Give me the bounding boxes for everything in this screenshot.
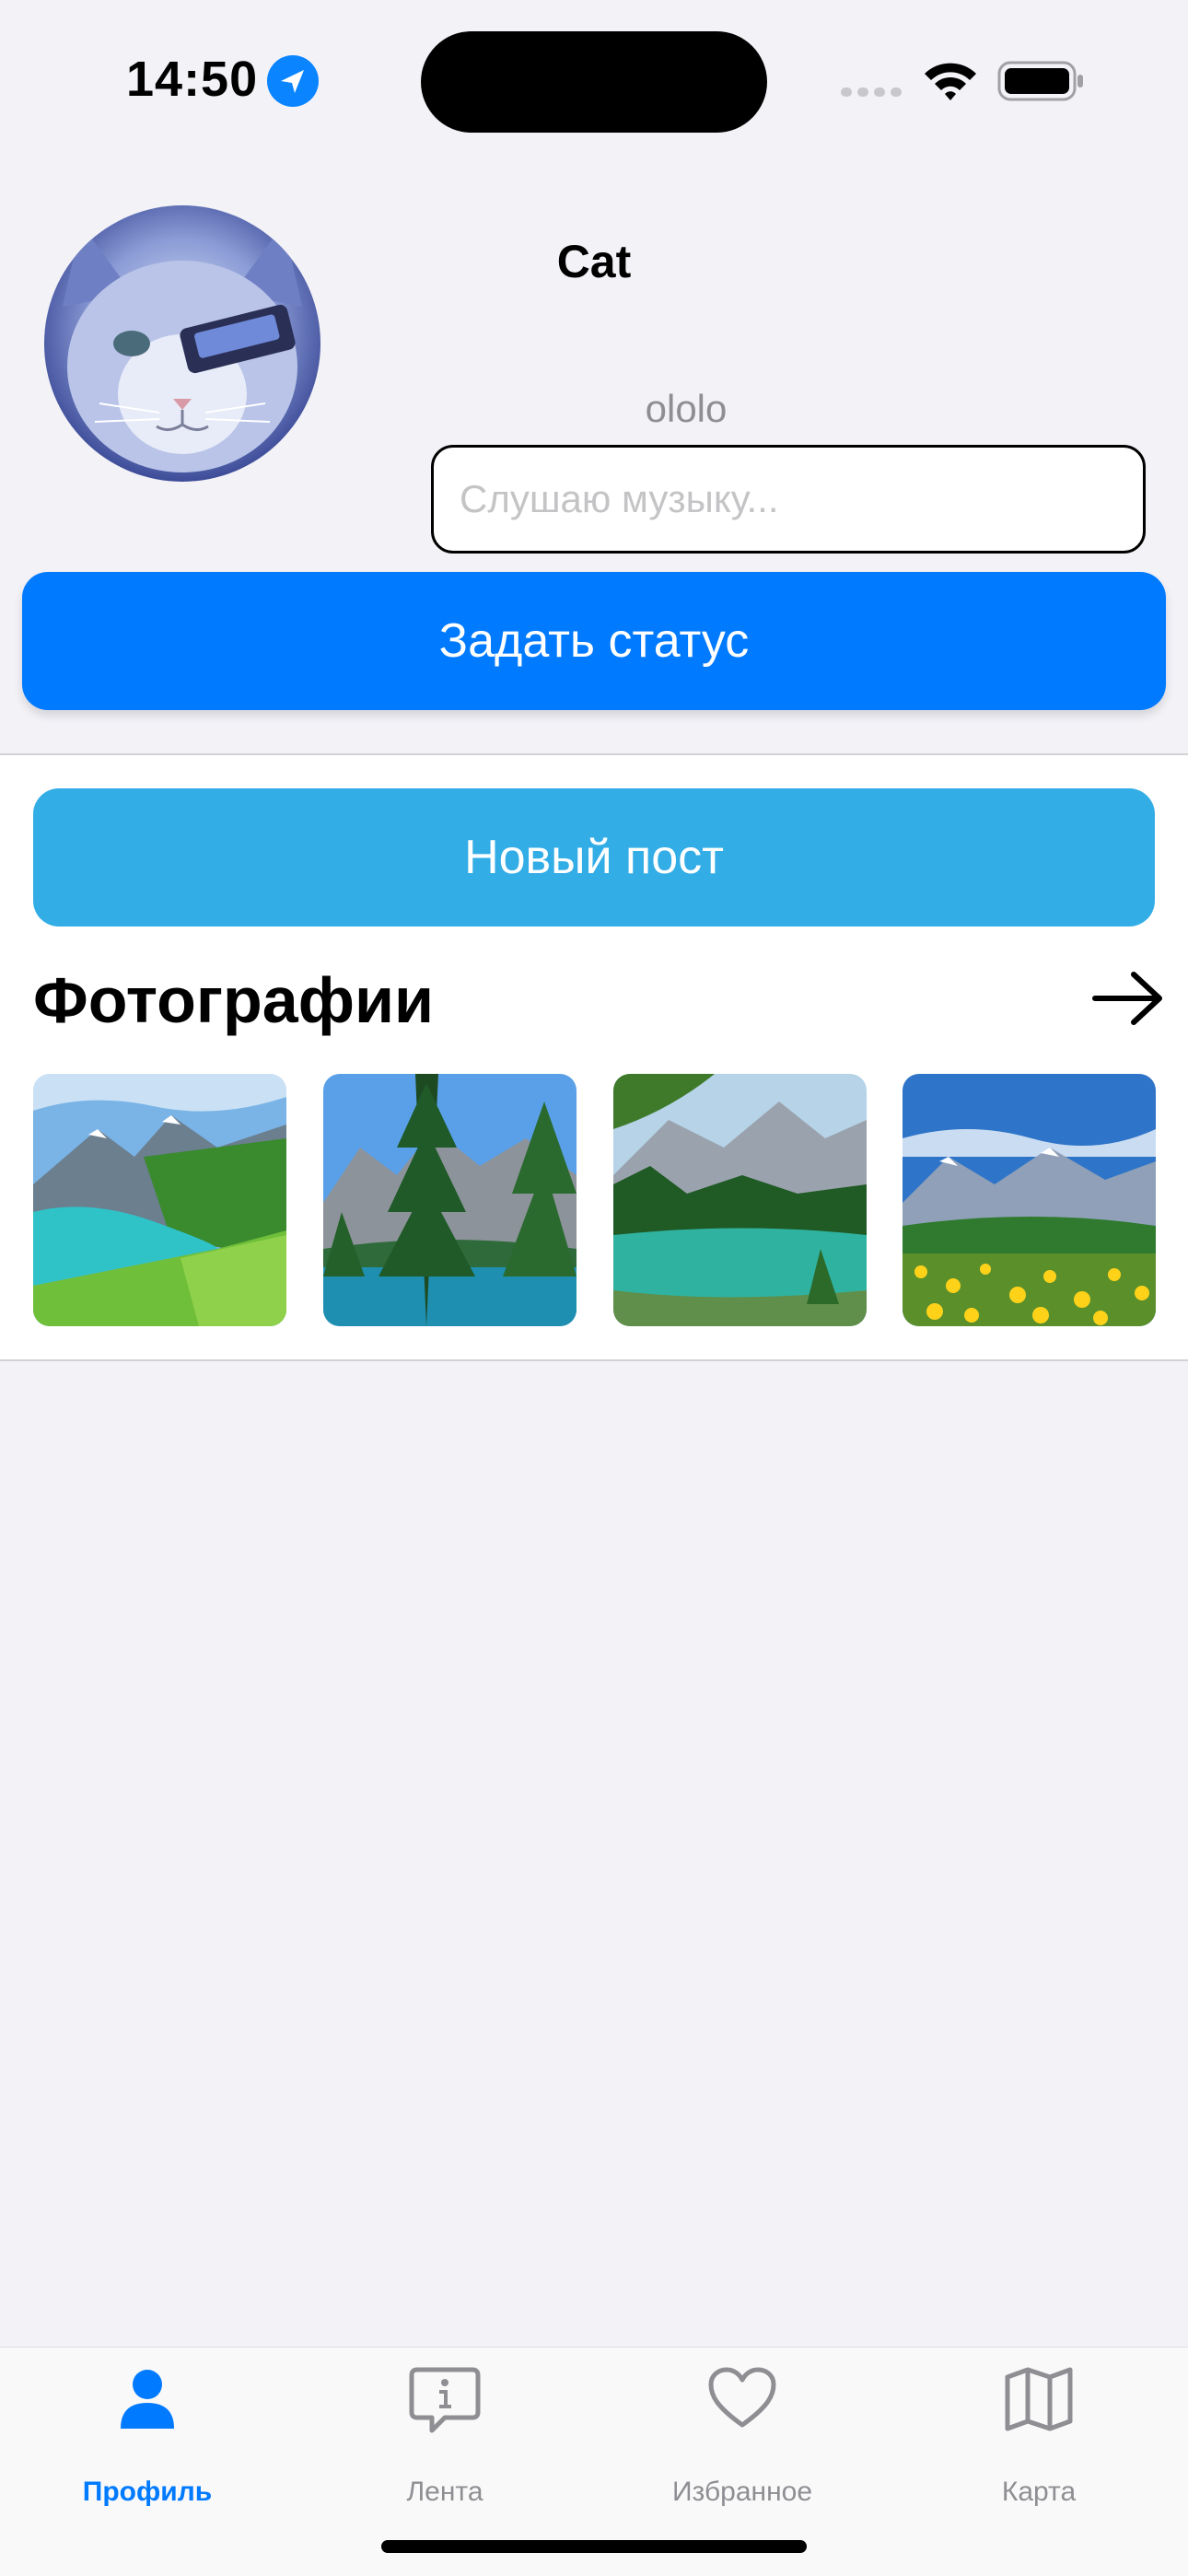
tab-label: Избранное <box>671 2477 813 2507</box>
pine-lake-photo[interactable] <box>323 1074 577 1326</box>
divider <box>0 1359 1188 1361</box>
tab-feed[interactable]: Лента <box>334 2366 555 2513</box>
tab-label: Карта <box>1001 2477 1077 2507</box>
mountain-lake-photo[interactable] <box>33 1074 286 1326</box>
battery-icon <box>997 61 1083 101</box>
arrow-right-icon[interactable] <box>1091 969 1165 1028</box>
profile-status: ololo <box>645 387 728 430</box>
alpine-river-photo[interactable] <box>613 1074 867 1326</box>
cellular-signal-icon <box>841 87 902 97</box>
set-status-button[interactable]: Задать статус <box>22 572 1166 710</box>
tab-map[interactable]: Карта <box>928 2366 1149 2513</box>
person-icon <box>121 2370 174 2429</box>
map-icon <box>1005 2367 1073 2431</box>
info-bubble-icon <box>409 2367 481 2433</box>
profile-name: Cat <box>556 236 632 287</box>
status-time: 14:50 <box>126 52 259 107</box>
tab-label: Профиль <box>82 2477 213 2507</box>
photos-title: Фотографии <box>33 964 435 1036</box>
meadow-flowers-photo[interactable] <box>903 1074 1156 1326</box>
tab-profile[interactable]: Профиль <box>37 2366 258 2513</box>
status-bar: 14:50 <box>0 0 1188 147</box>
heart-icon <box>708 2367 776 2428</box>
location-arrow-icon <box>267 55 319 107</box>
tab-favorites[interactable]: Избранное <box>632 2366 853 2513</box>
home-indicator[interactable] <box>381 2540 807 2553</box>
status-input[interactable] <box>431 445 1146 554</box>
tab-label: Лента <box>406 2477 483 2507</box>
dynamic-island <box>421 31 767 133</box>
new-post-button[interactable]: Новый пост <box>33 788 1155 927</box>
avatar[interactable] <box>44 205 320 482</box>
wifi-icon <box>925 63 976 100</box>
